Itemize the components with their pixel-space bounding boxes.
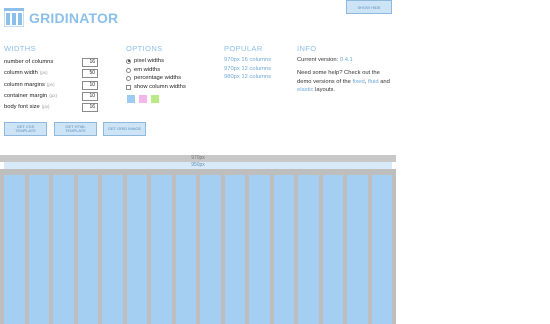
grid-column [175,175,196,324]
grid-column [322,175,343,324]
number-of-columns-input[interactable] [82,57,98,67]
popular-link-970-16[interactable]: 970px 16 columns [224,57,271,63]
radio-button[interactable] [126,75,131,81]
grid-column [200,175,221,324]
version-text: Current version: 0.4.1 [297,57,353,63]
show-hide-button[interactable]: SHOW HIDE [346,0,392,14]
widths-title: WIDTHS [4,44,36,53]
option-label: pixel widths [134,58,164,64]
option-show-column-widths[interactable]: show column widths [126,83,186,91]
checkbox[interactable] [126,84,131,90]
color-swatch-green[interactable] [151,95,159,103]
grid-column [102,175,123,324]
grid-column [273,175,294,324]
widths-label: number of columns [4,59,54,65]
grid-logo-icon [4,8,24,27]
widths-row-font-size: body font size (px) [4,102,98,112]
option-label: em widths [134,67,161,73]
popular-link-970-12[interactable]: 970px 12 columns [224,66,271,72]
widths-row-column-width: column width (px) [4,68,98,78]
grid-column [371,175,392,324]
grid-column [298,175,319,324]
option-label: show column widths [134,84,186,90]
column-width-input[interactable] [82,68,98,78]
get-html-template-button[interactable]: GET HTML TEMPLATE [54,122,97,136]
option-pixel-widths[interactable]: pixel widths [126,57,164,65]
grid-column [28,175,49,324]
widths-label: column width (px) [4,70,48,76]
radio-button[interactable] [126,67,131,73]
logo: GRIDINATOR [4,8,118,27]
body-font-size-input[interactable] [82,102,98,112]
option-label: percentage widths [134,75,182,81]
widths-label: column margins (px) [4,82,55,88]
widths-row-container-margin: container margin (px) [4,91,98,101]
grid-column [151,175,172,324]
grid-column [4,175,25,324]
widths-label: container margin (px) [4,93,57,99]
grid-column [126,175,147,324]
grid-preview [0,169,396,324]
options-title: OPTIONS [126,44,163,53]
fixed-link[interactable]: fixed [352,79,364,85]
popular-title: POPULAR [224,44,263,53]
popular-link-980-12[interactable]: 980px 12 columns [224,74,271,80]
help-text-layouts: elastic layouts. [297,87,336,93]
elastic-link[interactable]: elastic [297,87,313,93]
container-margin-input[interactable] [82,91,98,101]
option-percentage-widths[interactable]: percentage widths [126,74,181,82]
widths-row-column-margins: column margins (px) [4,80,98,90]
fluid-link[interactable]: fluid [368,79,379,85]
grid-column [224,175,245,324]
info-title: INFO [297,44,317,53]
get-grid-image-button[interactable]: GET GRID IMAGE [103,122,146,136]
help-text-demo: demo versions of the fixed, fluid and [297,79,390,85]
radio-button-checked[interactable] [126,58,131,64]
grid-column [249,175,270,324]
grid-column [77,175,98,324]
app-title: GRIDINATOR [29,9,119,26]
version-link[interactable]: 0.4.1 [340,57,353,63]
inner-width-bar: 950px [4,162,392,169]
grid-column [347,175,368,324]
container-width-bar: 970px [0,155,396,162]
option-em-widths[interactable]: em widths [126,66,160,74]
get-css-template-button[interactable]: GET CSS TEMPLATE [4,122,47,136]
color-swatch-blue[interactable] [127,95,135,103]
color-swatch-pink[interactable] [139,95,147,103]
widths-row-columns: number of columns [4,57,98,67]
grid-columns-container [4,175,392,324]
column-margins-input[interactable] [82,80,98,90]
widths-label: body font size (px) [4,104,50,110]
grid-column [53,175,74,324]
help-text: Need some help? Check out the [297,70,380,76]
